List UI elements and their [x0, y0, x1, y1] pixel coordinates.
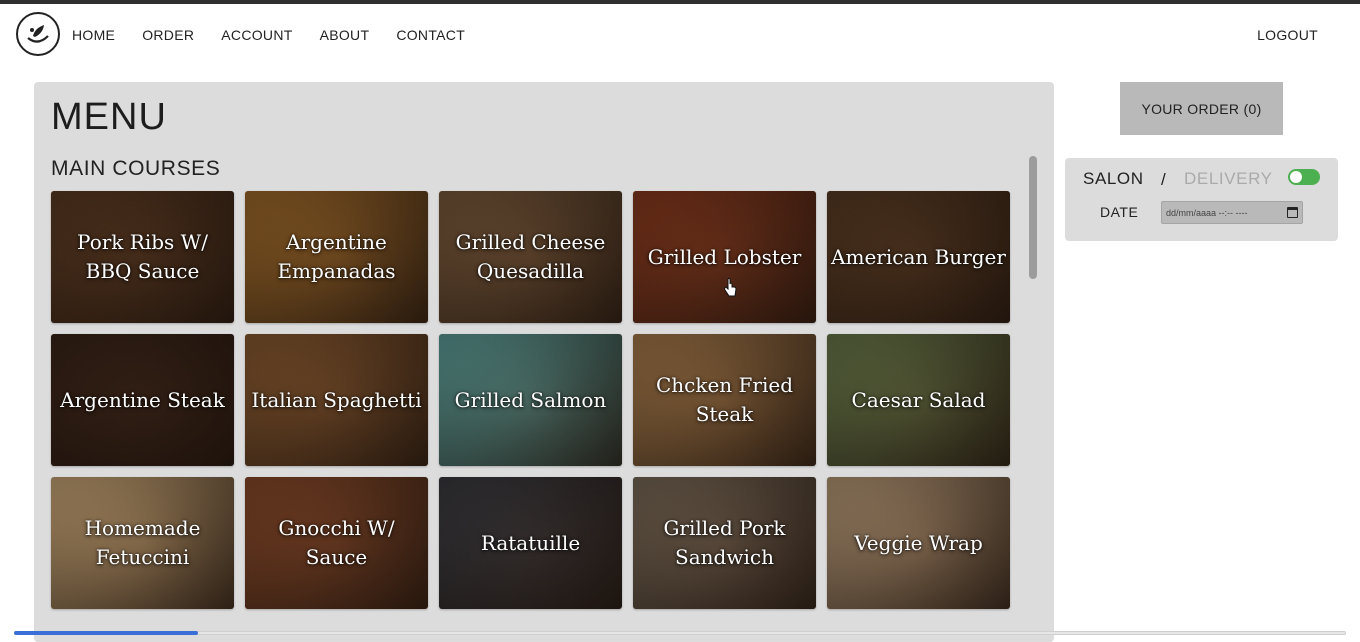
menu-item-card[interactable]: Argentine Empanadas: [245, 191, 428, 323]
menu-item-name: Pork Ribs W/ BBQ Sauce: [77, 230, 208, 283]
logout-link[interactable]: LOGOUT: [1257, 27, 1318, 43]
section-title: MAIN COURSES: [51, 157, 221, 180]
menu-item-card[interactable]: Veggie Wrap: [827, 477, 1010, 609]
menu-item-name: Grilled Salmon: [454, 387, 607, 412]
menu-item-name: Veggie Wrap: [854, 530, 983, 555]
menu-item-name: Grilled Cheese Quesadilla: [455, 230, 606, 283]
menu-panel: MENU MAIN COURSES Pork Ribs W/ BBQ Sauce…: [34, 82, 1054, 642]
menu-title: MENU: [51, 96, 167, 138]
menu-item-name: Caesar Salad: [851, 387, 986, 412]
menu-item-card[interactable]: Argentine Steak: [51, 334, 234, 466]
menu-item-name: Gnocchi W/ Sauce: [278, 516, 395, 569]
menu-grid: Pork Ribs W/ BBQ Sauce Argentine Empanada…: [51, 191, 1011, 609]
menu-item-name: Grilled Pork Sandwich: [663, 516, 786, 569]
menu-item-card[interactable]: Caesar Salad: [827, 334, 1010, 466]
nav-home[interactable]: HOME: [72, 27, 115, 43]
toggle-knob: [1290, 171, 1302, 183]
menu-item-card[interactable]: Grilled Lobster: [633, 191, 816, 323]
horizontal-scroll-thumb[interactable]: [14, 631, 198, 635]
salon-option[interactable]: SALON: [1083, 169, 1144, 189]
nav-about[interactable]: ABOUT: [320, 27, 370, 43]
calendar-icon[interactable]: [1287, 207, 1298, 218]
menu-item-card[interactable]: Homemade Fetuccini: [51, 477, 234, 609]
menu-item-card[interactable]: Italian Spaghetti: [245, 334, 428, 466]
menu-item-card[interactable]: Grilled Salmon: [439, 334, 622, 466]
menu-item-card[interactable]: Gnocchi W/ Sauce: [245, 477, 428, 609]
date-placeholder: dd/mm/aaaa --:-- ----: [1166, 207, 1248, 218]
logo[interactable]: [16, 12, 60, 56]
menu-item-name: Italian Spaghetti: [251, 387, 422, 412]
nav-links: HOME ORDER ACCOUNT ABOUT CONTACT: [72, 27, 465, 43]
horizontal-scrollbar[interactable]: [14, 631, 1346, 635]
nav-account[interactable]: ACCOUNT: [221, 27, 292, 43]
menu-item-name: American Burger: [831, 244, 1006, 269]
menu-item-name: Ratatuille: [480, 530, 581, 555]
menu-item-card[interactable]: Grilled Pork Sandwich: [633, 477, 816, 609]
nav-order[interactable]: ORDER: [142, 27, 194, 43]
date-label: DATE: [1100, 204, 1139, 220]
menu-item-name: Argentine Empanadas: [277, 230, 396, 283]
mode-toggle[interactable]: [1288, 169, 1320, 185]
logo-icon: [27, 25, 49, 43]
nav-contact[interactable]: CONTACT: [396, 27, 465, 43]
menu-item-card[interactable]: Pork Ribs W/ BBQ Sauce: [51, 191, 234, 323]
menu-item-name: Grilled Lobster: [647, 244, 802, 269]
your-order-button[interactable]: YOUR ORDER (0): [1120, 82, 1283, 135]
menu-item-card[interactable]: American Burger: [827, 191, 1010, 323]
menu-item-card[interactable]: Ratatuille: [439, 477, 622, 609]
delivery-option[interactable]: DELIVERY: [1184, 169, 1273, 189]
menu-item-name: Chcken Fried Steak: [655, 373, 794, 426]
mode-separator: /: [1161, 170, 1166, 189]
menu-item-name: Argentine Steak: [60, 387, 225, 412]
menu-item-card[interactable]: Chcken Fried Steak: [633, 334, 816, 466]
order-mode-panel: SALON / DELIVERY DATE dd/mm/aaaa --:-- -…: [1065, 158, 1338, 241]
date-input[interactable]: dd/mm/aaaa --:-- ----: [1161, 201, 1303, 224]
navbar: HOME ORDER ACCOUNT ABOUT CONTACT LOGOUT: [0, 4, 1360, 68]
menu-item-name: Homemade Fetuccini: [84, 516, 201, 569]
mouse-cursor-icon: [724, 278, 737, 297]
menu-item-card[interactable]: Grilled Cheese Quesadilla: [439, 191, 622, 323]
menu-scrollbar[interactable]: [1029, 156, 1037, 279]
